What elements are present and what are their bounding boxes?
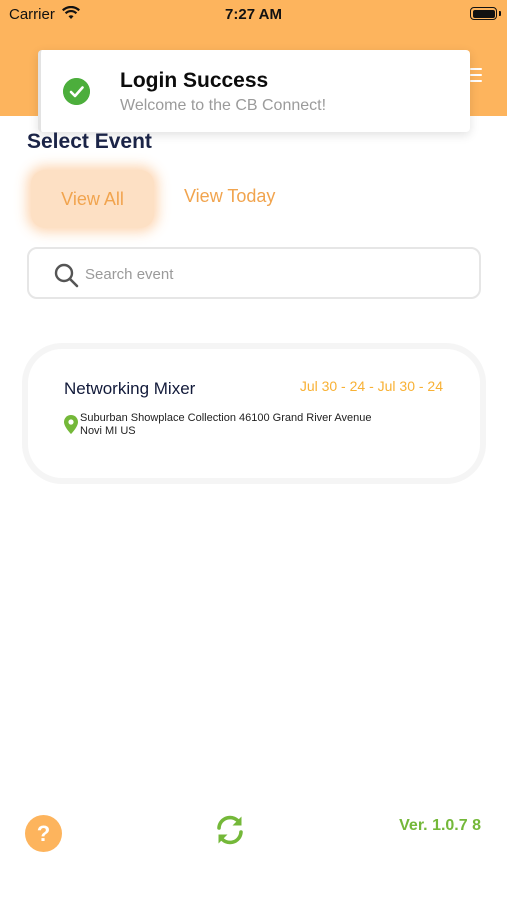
version-label: Ver. 1.0.7 8 xyxy=(399,817,481,834)
menu-icon[interactable] xyxy=(470,68,482,83)
refresh-icon[interactable] xyxy=(213,813,247,847)
battery-tip xyxy=(499,11,501,16)
help-button[interactable]: ? xyxy=(25,815,62,852)
login-success-toast[interactable]: Login Success Welcome to the CB Connect! xyxy=(38,50,470,132)
event-card[interactable]: Networking Mixer Jul 30 - 24 - Jul 30 - … xyxy=(28,349,480,478)
toast-title: Login Success xyxy=(120,69,269,92)
search-input[interactable] xyxy=(85,259,465,289)
battery-icon xyxy=(470,7,497,20)
status-bar: Carrier 7:27 AM xyxy=(0,0,507,28)
event-name: Networking Mixer xyxy=(64,379,196,398)
event-address: Suburban Showplace Collection 46100 Gran… xyxy=(80,412,372,437)
search-icon xyxy=(54,263,79,288)
tab-view-all[interactable]: View All xyxy=(31,170,154,228)
location-pin-icon xyxy=(64,415,78,434)
tab-view-today[interactable]: View Today xyxy=(184,186,275,207)
event-date: Jul 30 - 24 - Jul 30 - 24 xyxy=(299,378,443,394)
search-bar[interactable] xyxy=(27,247,481,299)
toast-message: Welcome to the CB Connect! xyxy=(120,97,327,114)
page-title: Select Event xyxy=(27,130,152,153)
status-time: 7:27 AM xyxy=(225,6,282,23)
check-circle-icon xyxy=(63,78,90,105)
